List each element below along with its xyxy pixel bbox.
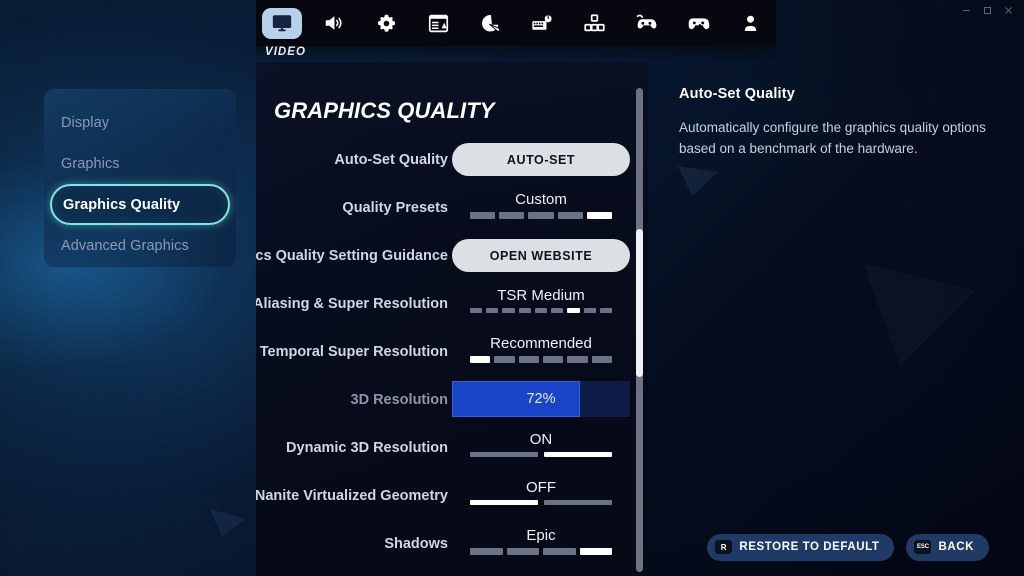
footer-actions: R RESTORE TO DEFAULT ESC BACK (679, 533, 989, 561)
window-minimize-button[interactable] (957, 2, 976, 18)
page-title: GRAPHICS QUALITY (274, 98, 495, 123)
setting-label: Nanite Virtualized Geometry (256, 488, 448, 504)
setting-row-quality-presets[interactable]: Quality Presets Custom (256, 184, 648, 232)
sidebar-item-label: Display (61, 114, 110, 131)
segment (528, 212, 554, 219)
segment (543, 548, 576, 555)
sidebar-item-graphics[interactable]: Graphics (44, 143, 236, 184)
segment (518, 356, 539, 363)
setting-row-graphics-quality-setting-guidance[interactable]: Graphics Quality Setting GuidanceOPEN WE… (256, 232, 648, 280)
setting-label: Graphics Quality Setting Guidance (256, 248, 448, 264)
footer-button-label: RESTORE TO DEFAULT (739, 541, 880, 553)
segment-active (567, 308, 580, 313)
setting-row-auto-set-quality[interactable]: Auto-Set Quality AUTO-SET (256, 136, 648, 184)
segment (557, 212, 583, 219)
setting-label: 3D Resolution (350, 392, 448, 408)
setting-control[interactable]: AUTO-SET (452, 136, 648, 184)
setting-control[interactable]: Epic (452, 520, 648, 568)
settings-content-panel: GRAPHICS QUALITY Auto-Set Quality AUTO-SE… (256, 62, 648, 576)
setting-segment-indicator[interactable] (470, 500, 612, 507)
sidebar-item-label: Graphics (61, 155, 120, 172)
info-panel: Auto-Set Quality Automatically configure… (679, 86, 989, 159)
segment (583, 308, 596, 313)
segment (544, 500, 612, 505)
content-scrollbar-thumb[interactable] (636, 229, 643, 377)
segment (567, 356, 588, 363)
sidebar-item-advanced-graphics[interactable]: Advanced Graphics (44, 225, 236, 266)
segment (499, 212, 525, 219)
segment (518, 308, 531, 313)
setting-row-shadows[interactable]: Shadows Epic (256, 520, 648, 568)
setting-value: ON (529, 430, 553, 448)
segment (470, 452, 538, 457)
setting-value: Custom (515, 190, 567, 208)
setting-segment-indicator[interactable] (470, 356, 612, 363)
footer-button-label: BACK (938, 541, 974, 553)
segment-active (470, 500, 538, 505)
segment-active (586, 212, 613, 219)
segment-active (544, 452, 612, 457)
restore-to-default-button[interactable]: R RESTORE TO DEFAULT (707, 533, 895, 561)
slider-value: 72% (526, 391, 556, 407)
segment (494, 356, 515, 363)
sidebar-item-graphics-quality[interactable]: Graphics Quality (50, 184, 230, 225)
setting-label: Auto-Set Quality (334, 152, 448, 168)
setting-label: Quality Presets (342, 200, 448, 216)
setting-row-3d-resolution[interactable]: 3D Resolution 72% (256, 376, 648, 424)
setting-control[interactable]: OFF (452, 472, 648, 520)
setting-row-temporal-super-resolution[interactable]: Temporal Super Resolution Recommended (256, 328, 648, 376)
setting-row-anti-aliasing-super-resolution[interactable]: Anti-Aliasing & Super Resolution TSR Medi… (256, 280, 648, 328)
sidebar-item-label: Advanced Graphics (61, 237, 189, 254)
settings-sidebar: Display Graphics Graphics Quality Advanced … (44, 89, 236, 267)
setting-value: Epic (526, 526, 556, 544)
setting-value: Recommended (490, 334, 592, 352)
setting-segment-indicator[interactable] (470, 212, 613, 219)
setting-action-button[interactable]: OPEN WEBSITE (452, 239, 630, 272)
segment (470, 548, 503, 555)
setting-value: OFF (526, 478, 556, 496)
keycap-icon: R (715, 540, 733, 554)
setting-segment-indicator[interactable] (470, 308, 612, 315)
keycap-icon: ESC (914, 540, 932, 554)
setting-control[interactable]: 72% (452, 376, 648, 424)
segment (599, 308, 612, 313)
settings-rows-list: Auto-Set Quality AUTO-SET Quality Presets C… (256, 136, 648, 568)
segment (486, 308, 499, 313)
setting-row-dynamic-3d-resolution[interactable]: Dynamic 3D Resolution ON (256, 424, 648, 472)
window-titlebar (0, 0, 1024, 20)
setting-control[interactable]: ON (452, 424, 648, 472)
setting-control[interactable]: TSR Medium (452, 280, 648, 328)
segment (470, 212, 496, 219)
segment-active (579, 548, 612, 555)
sidebar-item-display[interactable]: Display (44, 102, 236, 143)
setting-control[interactable]: Recommended (452, 328, 648, 376)
active-tab-label: VIDEO (265, 46, 306, 58)
setting-label: Shadows (384, 536, 448, 552)
sidebar-item-label: Graphics Quality (63, 196, 181, 213)
setting-action-button[interactable]: AUTO-SET (452, 143, 630, 176)
setting-segment-indicator[interactable] (470, 452, 612, 459)
info-panel-description: Automatically configure the graphics qua… (679, 120, 986, 156)
segment (506, 548, 539, 555)
segment (470, 308, 483, 313)
setting-control[interactable]: Custom (452, 184, 648, 232)
setting-slider[interactable]: 72% (452, 381, 630, 417)
setting-label: Dynamic 3D Resolution (286, 440, 448, 456)
window-maximize-button[interactable] (978, 2, 997, 18)
setting-label: Anti-Aliasing & Super Resolution (256, 296, 448, 312)
setting-segment-indicator[interactable] (470, 548, 612, 555)
segment (534, 308, 548, 313)
segment (591, 356, 612, 363)
segment-active (470, 356, 491, 363)
info-panel-title: Auto-Set Quality (679, 86, 795, 102)
segment (542, 356, 564, 363)
setting-control[interactable]: OPEN WEBSITE (452, 232, 648, 280)
segment (502, 308, 515, 313)
window-close-button[interactable] (999, 2, 1018, 18)
setting-value: TSR Medium (497, 286, 585, 304)
setting-label: Temporal Super Resolution (259, 344, 448, 360)
back-button[interactable]: ESC BACK (906, 533, 989, 561)
segment (551, 308, 564, 313)
setting-row-nanite-virtualized-geometry[interactable]: Nanite Virtualized Geometry OFF (256, 472, 648, 520)
